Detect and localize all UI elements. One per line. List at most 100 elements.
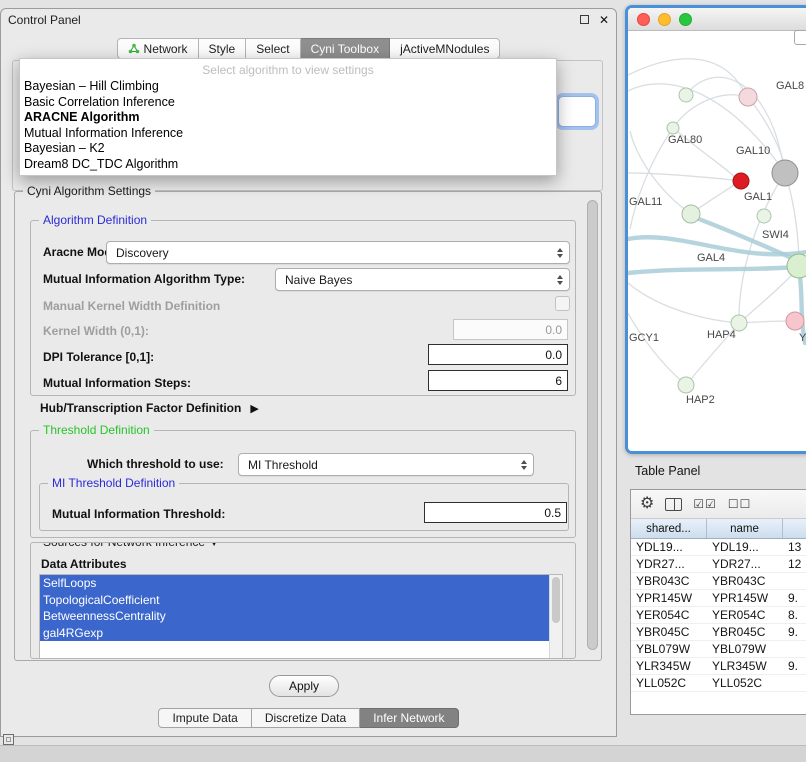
aracne-mode-select[interactable]: Discovery [106,241,570,264]
view-toolbar-fragment[interactable] [794,30,806,45]
minimize-button[interactable] [658,13,671,26]
table-row[interactable]: YER054CYER054C8. [631,607,806,624]
kernel-width-field[interactable] [453,319,568,340]
threshold-definition-group: Threshold Definition Which threshold to … [30,430,576,538]
table-cell: YER054C [631,608,707,622]
table-cell: YLR345W [631,659,707,673]
hub-transcription-factor-section[interactable]: Hub/Transcription Factor Definition ▶ [40,401,259,415]
node-label: GCY1 [629,332,659,344]
column-header[interactable]: name [707,519,783,538]
table-panel-title: Table Panel [635,464,700,478]
algorithm-option[interactable]: Mutual Information Inference [20,126,556,142]
attribute-item[interactable]: BetweennessCentrality [40,608,549,625]
mi-threshold-definition-group: MI Threshold Definition Mutual Informati… [39,483,569,531]
algorithm-option[interactable]: Bayesian – K2 [20,141,556,157]
bottom-status-strip [0,745,806,762]
bottom-tab-discretize-data[interactable]: Discretize Data [252,708,360,728]
table-panel-window: ⚙ ☑☑ ☐☐ shared...name YDL19...YDL19...13… [630,489,806,715]
columns-icon[interactable] [665,498,682,511]
table-cell: YBR043C [631,574,707,588]
table-row[interactable]: YDL19...YDL19...13 [631,539,806,556]
mi-algorithm-type-select[interactable]: Naive Bayes [275,268,570,291]
window-title: Control Panel [8,13,81,27]
bottom-tab-infer-network[interactable]: Infer Network [360,708,458,728]
algorithm-option[interactable]: Dream8 DC_TDC Algorithm [20,157,556,173]
network-node[interactable] [733,173,749,189]
control-panel-titlebar: Control Panel ✕ [1,9,616,30]
table-row[interactable]: YBR045CYBR045C9. [631,624,806,641]
tab-jactivemnodules[interactable]: jActiveMNodules [390,38,500,59]
attributes-scrollbar[interactable] [549,575,562,659]
settings-group-title: Cyni Algorithm Settings [23,184,155,199]
node-label: HAP4 [707,329,736,341]
mi-algorithm-type-label: Mutual Information Algorithm Type: [43,272,245,286]
table-cell: YLL052C [631,676,707,690]
algorithm-option[interactable]: Bayesian – Hill Climbing [20,79,556,95]
network-icon [128,43,140,54]
node-label: Y [799,332,806,344]
table-cell: YBL079W [631,642,707,656]
table-row[interactable]: YLR345WYLR345W9. [631,658,806,675]
table-cell: YBR045C [631,625,707,639]
network-node[interactable] [678,377,694,393]
table-cell: 9. [783,591,806,605]
table-row[interactable]: YBL079WYBL079W [631,641,806,658]
data-attributes-list[interactable]: SelfLoopsTopologicalCoefficientBetweenne… [39,574,563,659]
deselect-all-checkboxes-icon[interactable]: ☐☐ [728,497,752,511]
attribute-item[interactable]: TopologicalCoefficient [40,592,549,609]
network-view-window[interactable]: GAL8GAL80GAL10GAL11GAL1SWI4GAL4GCY1HAP4H… [625,5,806,454]
network-node[interactable] [772,160,798,186]
tab-style[interactable]: Style [199,38,247,59]
attribute-item[interactable]: gal4RGexp [40,625,549,642]
attributes-scrollbar-thumb[interactable] [552,577,560,623]
network-node[interactable] [682,205,700,223]
select-all-checkboxes-icon[interactable]: ☑☑ [693,497,717,511]
collapsed-panel-icon[interactable] [3,734,14,745]
network-node[interactable] [739,88,757,106]
table-cell: YDR27... [707,557,783,571]
tab-network[interactable]: Network [117,38,199,59]
dpi-tolerance-field[interactable] [428,344,568,365]
network-node[interactable] [786,312,804,330]
tab-select[interactable]: Select [246,38,300,59]
network-window-titlebar[interactable] [628,8,806,31]
table-row[interactable]: YPR145WYPR145W9. [631,590,806,607]
sources-group: Sources for Network Inference▼ Data Attr… [30,542,576,659]
hub-section-label: Hub/Transcription Factor Definition [40,401,241,415]
manual-kernel-width-checkbox[interactable] [555,296,570,311]
close-icon[interactable]: ✕ [599,14,609,26]
close-button[interactable] [637,13,650,26]
float-window-icon[interactable] [580,15,589,24]
tab-label: Select [256,42,289,56]
sources-group-title[interactable]: Sources for Network Inference▼ [39,542,223,551]
network-node[interactable] [787,254,806,278]
network-node[interactable] [679,88,693,102]
zoom-button[interactable] [679,13,692,26]
gear-icon[interactable]: ⚙ [640,496,654,512]
column-header[interactable] [783,519,806,538]
focused-control-fragment[interactable] [558,96,596,127]
algorithm-option-list: Bayesian – Hill ClimbingBasic Correlatio… [20,79,556,172]
network-node[interactable] [667,122,679,134]
column-header[interactable]: shared... [631,519,707,538]
attribute-item[interactable]: SelfLoops [40,575,549,592]
apply-button[interactable]: Apply [269,675,339,697]
network-node[interactable] [757,209,771,223]
settings-scrollbar[interactable] [587,200,598,650]
algorithm-option[interactable]: Basic Correlation Inference [20,95,556,111]
collapse-down-icon[interactable]: ▼ [209,542,219,549]
mi-threshold-field[interactable] [424,502,567,523]
network-canvas[interactable]: GAL8GAL80GAL10GAL11GAL1SWI4GAL4GCY1HAP4H… [628,31,806,451]
node-label: GAL80 [668,134,702,146]
table-row[interactable]: YLL052CYLL052C [631,675,806,692]
algorithm-option[interactable]: ARACNE Algorithm [20,110,556,126]
expand-right-icon[interactable]: ▶ [250,402,258,415]
table-cell: 12 [783,557,806,571]
bottom-tab-impute-data[interactable]: Impute Data [158,708,251,728]
table-row[interactable]: YDR27...YDR27...12 [631,556,806,573]
tab-cyni-toolbox[interactable]: Cyni Toolbox [301,38,390,59]
network-edge [628,59,744,91]
mi-steps-field[interactable] [428,370,568,391]
table-row[interactable]: YBR043CYBR043C [631,573,806,590]
which-threshold-select[interactable]: MI Threshold [238,453,534,476]
